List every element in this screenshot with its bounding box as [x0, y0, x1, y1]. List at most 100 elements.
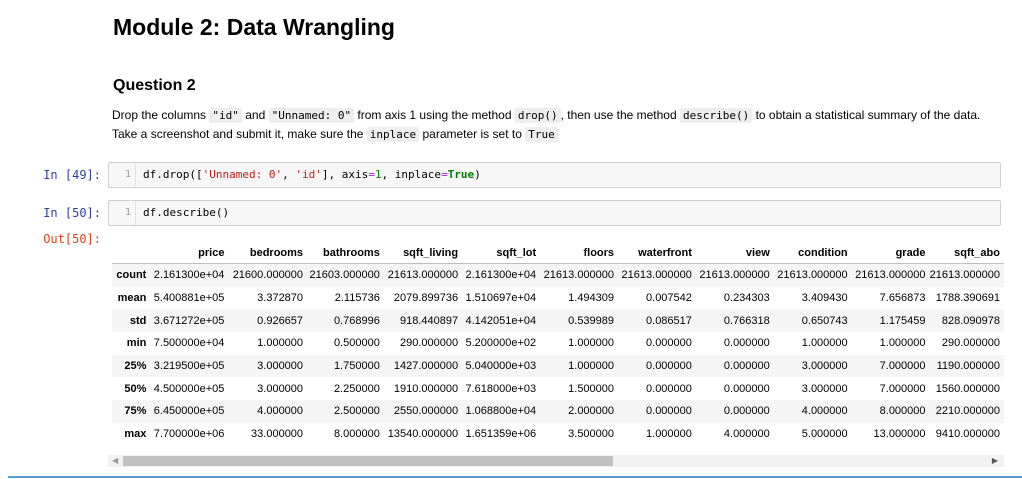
inline-code-id: "id": [209, 108, 242, 123]
table-cell: 3.409430: [801, 292, 848, 305]
code-line[interactable]: df.drop(['Unnamed: 0', 'id'], axis=1, in…: [143, 163, 481, 187]
table-cell: 1788.390691: [935, 292, 1000, 305]
column-header: bedrooms: [249, 247, 304, 259]
column-header: grade: [895, 247, 926, 259]
table-cell: 2210.000000: [935, 405, 1000, 418]
cell1-prompt: In [49]:: [43, 168, 101, 182]
scroll-right-arrow-icon[interactable]: ▶: [992, 455, 998, 467]
table-cell: 918.440897: [399, 314, 459, 327]
table-cell: 0.650743: [801, 314, 848, 327]
line-number: 1: [109, 201, 136, 225]
out-prompt: Out[50]:: [43, 232, 101, 246]
table-cell: 2.161300e+04: [153, 269, 225, 282]
table-cell: 21613.000000: [387, 269, 459, 282]
table-cell: 3.000000: [801, 382, 848, 395]
code-cell-describe[interactable]: 1 df.describe(): [108, 200, 1001, 226]
table-cell: 1.510697e+04: [465, 292, 537, 305]
table-cell: 0.000000: [646, 337, 692, 350]
table-cell: 2.161300e+04: [465, 269, 537, 282]
table-cell: 4.000000: [257, 405, 304, 418]
table-cell: 0.000000: [646, 405, 692, 418]
paragraph-text: from axis 1 using the method: [354, 108, 515, 122]
column-header: waterfront: [638, 247, 692, 259]
paragraph-text: Drop the columns: [112, 108, 210, 122]
row-label: count: [116, 269, 147, 282]
table-cell: 3.500000: [568, 428, 615, 441]
table-cell: 4.500000e+05: [153, 382, 225, 395]
table-cell: 1.000000: [801, 337, 848, 350]
table-cell: 21603.000000: [309, 269, 380, 282]
line-number: 1: [109, 163, 136, 187]
table-cell: 0.000000: [723, 405, 770, 418]
table-cell: 21613.000000: [777, 269, 848, 282]
table-cell: 1.175459: [879, 314, 926, 327]
row-label: std: [129, 314, 147, 327]
table-cell: 7.000000: [879, 382, 926, 395]
table-cell: 4.142051e+04: [465, 314, 537, 327]
table-cell: 7.500000e+04: [153, 337, 225, 350]
table-cell: 4.000000: [723, 428, 770, 441]
table-cell: 3.000000: [257, 360, 304, 373]
table-cell: 21613.000000: [621, 269, 692, 282]
table-row: 25% 3.219500e+05 3.000000 1.750000 1427.0000…: [112, 354, 1004, 378]
table-cell: 0.000000: [646, 382, 692, 395]
table-cell: 2.250000: [333, 382, 380, 395]
inline-code-inplace: inplace: [366, 127, 420, 142]
table-cell: 0.007542: [646, 292, 692, 305]
column-header: price: [198, 247, 225, 259]
paragraph-text: parameter is set to: [419, 127, 526, 141]
column-header: sqft_lot: [496, 247, 537, 259]
table-cell: 1.068800e+04: [465, 405, 537, 418]
column-header: bathrooms: [322, 247, 380, 259]
scrollbar-thumb[interactable]: [123, 456, 613, 466]
table-cell: 290.000000: [941, 337, 1000, 350]
inline-code-true: True: [525, 127, 558, 142]
table-cell: 3.219500e+05: [153, 360, 225, 373]
code-line[interactable]: df.describe(): [143, 201, 229, 225]
table-row: 75% 6.450000e+05 4.000000 2.500000 2550.0000…: [112, 400, 1004, 423]
code-cell-drop[interactable]: 1 df.drop(['Unnamed: 0', 'id'], axis=1, …: [108, 162, 1001, 188]
table-cell: 1.651359e+06: [465, 428, 537, 441]
table-cell: 0.234303: [723, 292, 770, 305]
row-label: max: [124, 428, 147, 441]
inline-code-describe: describe(): [680, 108, 753, 123]
table-cell: 3.671272e+05: [153, 314, 225, 327]
table-cell: 0.000000: [723, 382, 770, 395]
inline-code-unnamed: "Unnamed: 0": [268, 108, 355, 123]
table-cell: 1.000000: [879, 337, 926, 350]
inline-code-drop: drop(): [514, 108, 561, 123]
table-cell: 13540.000000: [387, 428, 459, 441]
table-cell: 13.000000: [873, 428, 926, 441]
table-cell: 0.539989: [568, 314, 615, 327]
table-cell: 2.000000: [568, 405, 615, 418]
table-cell: 5.200000e+02: [465, 337, 537, 350]
column-header: sqft_abo: [954, 247, 1000, 259]
table-cell: 1910.000000: [393, 382, 459, 395]
column-header: sqft_living: [403, 247, 459, 259]
table-cell: 0.766318: [723, 314, 770, 327]
table-cell: 3.000000: [257, 382, 304, 395]
table-cell: 5.000000: [801, 428, 848, 441]
table-cell: 1560.000000: [935, 382, 1000, 395]
table-cell: 2079.899736: [393, 292, 459, 305]
table-cell: 1.500000: [568, 382, 615, 395]
table-cell: 1.000000: [568, 337, 615, 350]
table-cell: 1427.000000: [393, 360, 459, 373]
table-cell: 3.000000: [801, 360, 848, 373]
horizontal-scrollbar[interactable]: ◀ ▶: [108, 455, 1004, 467]
table-cell: 0.000000: [646, 360, 692, 373]
row-label: 25%: [124, 360, 147, 373]
table-row: max 7.700000e+06 33.000000 8.000000 13540.00…: [112, 423, 1004, 446]
table-cell: 21613.000000: [543, 269, 615, 282]
table-cell: 6.450000e+05: [153, 405, 225, 418]
row-label: 50%: [124, 382, 147, 395]
table-row: count 2.161300e+04 21600.000000 21603.00000…: [112, 263, 1004, 287]
table-row: 50% 4.500000e+05 3.000000 2.250000 1910.0000…: [112, 377, 1004, 400]
table-cell: 1.000000: [646, 428, 692, 441]
column-header: floors: [583, 247, 615, 259]
row-label: mean: [117, 292, 147, 305]
column-header: view: [745, 247, 770, 259]
table-cell: 4.000000: [801, 405, 848, 418]
table-cell: 1.000000: [568, 360, 615, 373]
scroll-left-arrow-icon[interactable]: ◀: [112, 455, 118, 467]
